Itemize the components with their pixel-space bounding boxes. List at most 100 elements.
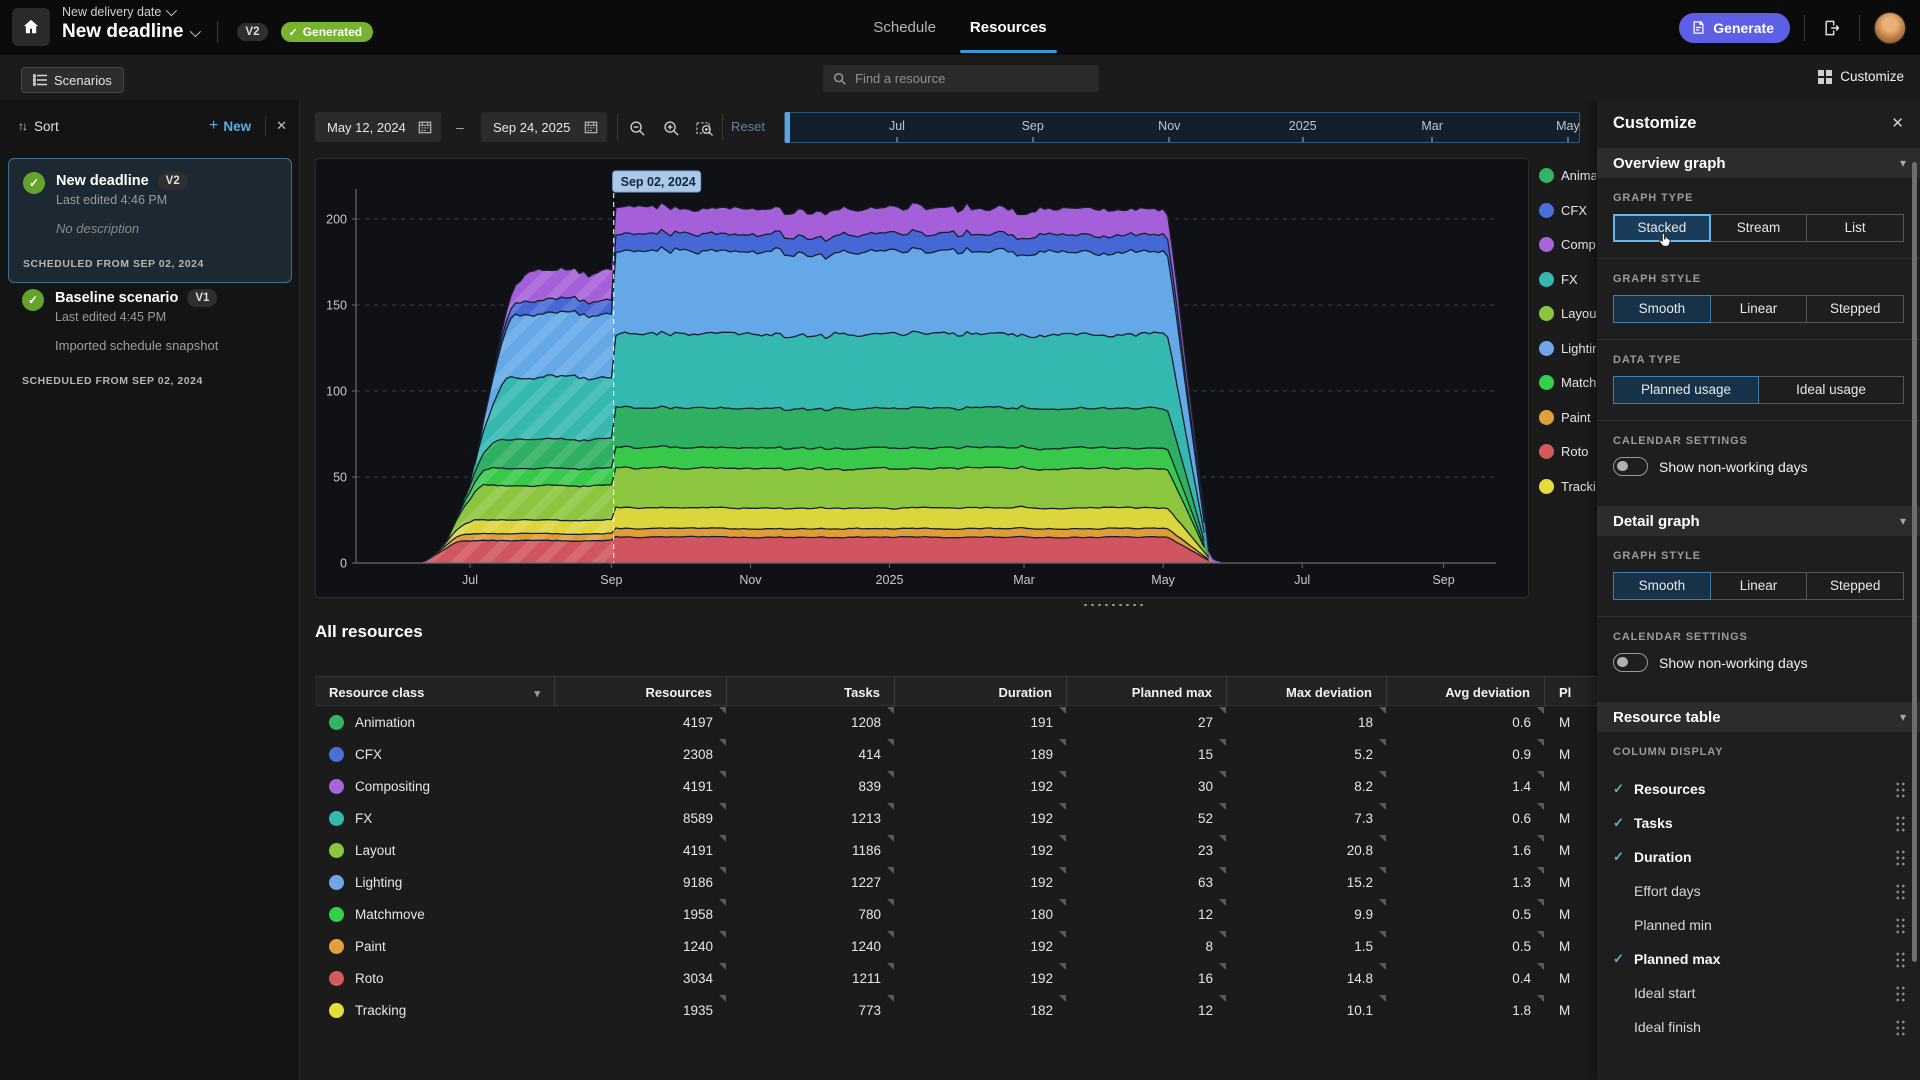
legend-item[interactable]: Roto [1539, 444, 1596, 459]
user-avatar[interactable] [1874, 11, 1906, 44]
tab-resources[interactable]: Resources [959, 0, 1057, 55]
segment-option-ideal-usage[interactable]: Ideal usage [1758, 376, 1904, 404]
stacked-area-chart[interactable]: 0 50 100 150 200 Jul Sep Nov 2025 Mar May Jul Sep Sep… [316, 159, 1528, 597]
drag-handle-icon[interactable] [1895, 848, 1906, 866]
tab-schedule[interactable]: Schedule [873, 0, 936, 55]
close-sidebar-button[interactable] [276, 117, 287, 135]
chevron-down-icon [1900, 512, 1906, 530]
timeline-scrubber[interactable]: Jul Sep Nov 2025 Mar May [784, 112, 1580, 143]
drag-handle-icon[interactable] [1895, 882, 1906, 900]
table-row[interactable]: Paint 1240 1240 192 8 1.5 0.5 M [315, 930, 1645, 962]
drag-handle-icon[interactable] [1895, 1018, 1906, 1036]
segment-option-list[interactable]: List [1806, 214, 1905, 242]
table-row[interactable]: FX 8589 1213 192 52 7.3 0.6 M [315, 802, 1645, 834]
column-header-resources[interactable]: Resources [555, 677, 727, 707]
column-display-item-ideal-finish[interactable]: Ideal finish [1597, 1010, 1920, 1044]
column-header-planned-max[interactable]: Planned max [1067, 677, 1227, 707]
section-overview-graph[interactable]: Overview graph [1597, 148, 1920, 178]
cell-value: 1.4 [1512, 778, 1531, 794]
reset-button[interactable]: Reset [731, 119, 765, 134]
column-display-item-planned-min[interactable]: Planned min [1597, 908, 1920, 942]
column-header-resource-class[interactable]: Resource class [315, 677, 555, 707]
table-row[interactable]: Animation 4197 1208 191 27 18 0.6 M [315, 706, 1645, 738]
column-header-tasks[interactable]: Tasks [727, 677, 895, 707]
customize-toggle-button[interactable]: Customize [1818, 69, 1904, 84]
section-detail-graph[interactable]: Detail graph [1597, 506, 1920, 536]
segment-option-linear[interactable]: Linear [1709, 572, 1808, 600]
legend-item[interactable]: Matchmove [1539, 375, 1596, 390]
table-row[interactable]: Matchmove 1958 780 180 12 9.9 0.5 M [315, 898, 1645, 930]
drag-handle-icon[interactable] [1895, 950, 1906, 968]
column-header-max-deviation[interactable]: Max deviation [1227, 677, 1387, 707]
cell-value: 15.2 [1346, 874, 1373, 890]
table-row[interactable]: Layout 4191 1186 192 23 20.8 1.6 M [315, 834, 1645, 866]
legend-item[interactable]: Layout [1539, 306, 1596, 321]
resource-search[interactable] [823, 65, 1099, 92]
overview-graph-panel[interactable]: 0 50 100 150 200 Jul Sep Nov 2025 Mar May Jul Sep Sep… [315, 158, 1529, 598]
section-resource-table[interactable]: Resource table [1597, 702, 1920, 732]
legend-item[interactable]: CFX [1539, 202, 1596, 218]
show-non-working-days-toggle[interactable] [1613, 653, 1648, 672]
export-button[interactable] [1819, 15, 1845, 41]
legend-item[interactable]: Lighting [1539, 340, 1596, 356]
panel-scrollbar[interactable] [1912, 162, 1917, 962]
end-date-field[interactable]: Sep 24, 2025 [481, 112, 607, 142]
drag-handle-icon[interactable] [1895, 916, 1906, 934]
legend-item[interactable]: Animation [1539, 168, 1596, 183]
column-header-avg-deviation[interactable]: Avg deviation [1387, 677, 1545, 707]
generate-button[interactable]: Generate [1679, 12, 1790, 43]
cell-corner-marker [1219, 739, 1226, 746]
drag-handle-icon[interactable] [1895, 814, 1906, 832]
resource-class-cell: Animation [315, 706, 555, 738]
scenario-card-baseline[interactable]: Baseline scenario V1 Last edited 4:45 PM… [8, 276, 292, 399]
column-display-item-duration[interactable]: Duration [1597, 840, 1920, 874]
cell-corner-marker [1379, 803, 1386, 810]
segment-option-stream[interactable]: Stream [1709, 214, 1808, 242]
scrubber-handle[interactable] [785, 112, 790, 143]
cell-corner-marker [719, 963, 726, 970]
table-row[interactable]: Lighting 9186 1227 192 63 15.2 1.3 M [315, 866, 1645, 898]
segment-option-smooth[interactable]: Smooth [1613, 572, 1711, 600]
zoom-selection-icon [696, 121, 714, 136]
scenario-card-new-deadline[interactable]: New deadline V2 Last edited 4:46 PM No d… [8, 158, 292, 283]
cell-value: 4191 [682, 778, 713, 794]
drag-handle-icon[interactable] [1895, 984, 1906, 1002]
column-display-item-effort-days[interactable]: Effort days [1597, 874, 1920, 908]
scenarios-button[interactable]: Scenarios [21, 67, 124, 93]
column-display-item-resources[interactable]: Resources [1597, 772, 1920, 806]
show-non-working-days-toggle[interactable] [1613, 457, 1648, 476]
segment-option-stacked[interactable]: Stacked [1613, 214, 1711, 247]
sort-button[interactable]: Sort [34, 119, 59, 134]
zoom-in-icon [663, 120, 679, 136]
zoom-in-button[interactable] [659, 116, 683, 140]
zoom-selection-button[interactable] [693, 116, 717, 140]
dropdown-arrow-icon[interactable] [534, 685, 540, 700]
table-row[interactable]: Roto 3034 1211 192 16 14.8 0.4 M [315, 962, 1645, 994]
table-row[interactable]: Tracking 1935 773 182 12 10.1 1.8 M [315, 994, 1645, 1026]
segment-option-linear[interactable]: Linear [1709, 295, 1808, 323]
table-row[interactable]: CFX 2308 414 189 15 5.2 0.9 M [315, 738, 1645, 770]
table-row[interactable]: Compositing 4191 839 192 30 8.2 1.4 M [315, 770, 1645, 802]
column-display-item-planned-max[interactable]: Planned max [1597, 942, 1920, 976]
close-panel-button[interactable] [1891, 114, 1904, 133]
cell-corner-marker [887, 803, 894, 810]
legend-item[interactable]: FX [1539, 271, 1596, 287]
legend-item[interactable]: Tracking [1539, 478, 1596, 494]
start-date-field[interactable]: May 12, 2024 [315, 112, 441, 142]
zoom-out-button[interactable] [625, 116, 649, 140]
legend-item[interactable]: Paint [1539, 409, 1596, 425]
drag-handle-icon[interactable] [1895, 780, 1906, 798]
legend-label: Matchmove [1561, 375, 1596, 390]
segment-option-planned-usage[interactable]: Planned usage [1613, 376, 1759, 404]
resize-handle[interactable] [1082, 602, 1146, 608]
legend-item[interactable]: Compositing [1539, 237, 1596, 252]
column-display-item-ideal-start[interactable]: Ideal start [1597, 976, 1920, 1010]
column-header-duration[interactable]: Duration [895, 677, 1067, 707]
segment-option-smooth[interactable]: Smooth [1613, 295, 1711, 323]
graph-style-segmented: Smooth Linear Stepped [1613, 295, 1905, 323]
segment-option-stepped[interactable]: Stepped [1806, 572, 1905, 600]
new-scenario-button[interactable]: New [209, 117, 251, 135]
column-display-item-tasks[interactable]: Tasks [1597, 806, 1920, 840]
search-input[interactable] [855, 71, 1075, 86]
segment-option-stepped[interactable]: Stepped [1806, 295, 1905, 323]
